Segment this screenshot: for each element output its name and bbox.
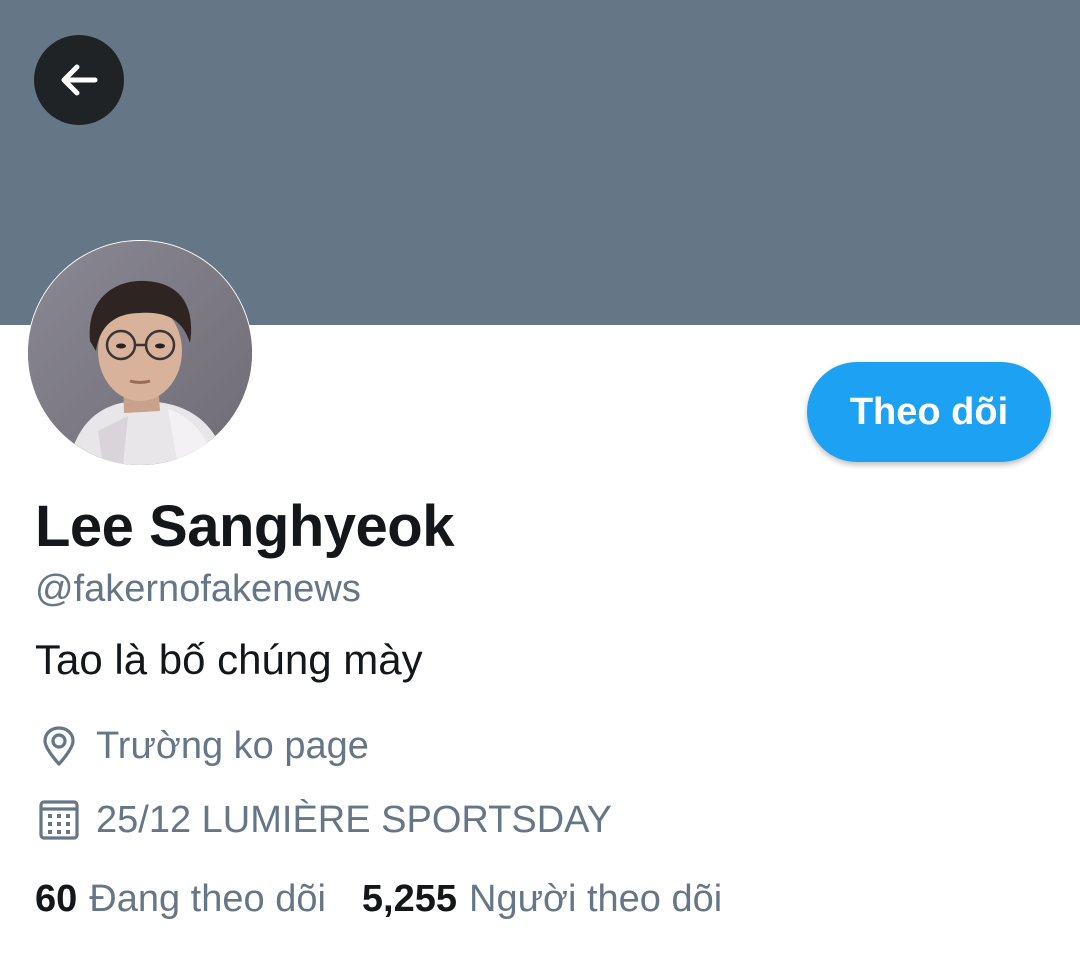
location-text: Trường ko page (96, 724, 369, 767)
calendar-icon (35, 796, 83, 844)
profile-bio: Tao là bố chúng mày (35, 636, 423, 683)
followers-count: 5,255 (361, 878, 458, 920)
profile-join-date: 25/12 LUMIÈRE SPORTSDAY (35, 796, 612, 844)
arrow-left-icon (61, 64, 98, 96)
avatar[interactable] (27, 240, 253, 466)
following-count: 60 (35, 878, 78, 920)
back-button[interactable] (34, 35, 124, 125)
avatar-image (28, 241, 252, 465)
location-pin-icon (35, 722, 83, 770)
following-stat[interactable]: 60 Đang theo dõi (35, 878, 326, 921)
following-label: Đang theo dõi (89, 878, 326, 920)
display-name: Lee Sanghyeok (35, 494, 454, 559)
profile-page: Theo dõi Lee Sanghyeok @fakernofakenews … (0, 0, 1080, 978)
follow-button-label: Theo dõi (849, 390, 1009, 433)
join-date-text: 25/12 LUMIÈRE SPORTSDAY (96, 798, 613, 841)
follow-button[interactable]: Theo dõi (807, 362, 1051, 462)
followers-stat[interactable]: 5,255 Người theo dõi (362, 878, 722, 921)
profile-location: Trường ko page (35, 722, 369, 770)
user-handle: @fakernofakenews (35, 568, 361, 610)
followers-label: Người theo dõi (469, 878, 723, 920)
follow-stats: 60 Đang theo dõi 5,255 Người theo dõi (35, 878, 722, 921)
